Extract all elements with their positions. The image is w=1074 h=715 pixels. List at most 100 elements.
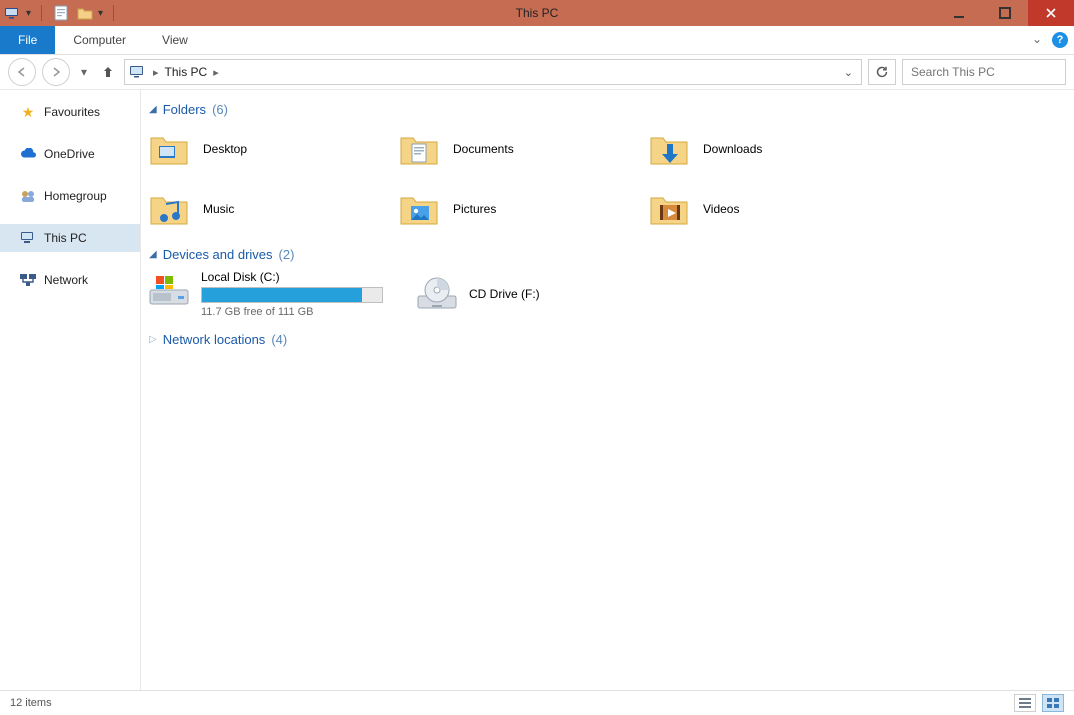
music-folder-icon [147,187,191,231]
group-count: (4) [271,332,287,347]
folder-label: Pictures [453,202,496,216]
address-dropdown-caret[interactable]: ⌄ [844,66,857,79]
group-title: Devices and drives [163,247,273,262]
hdd-icon [147,270,191,310]
drive-usage-bar [201,287,383,303]
qat-customize-caret[interactable]: ▾ [98,8,103,19]
tab-computer[interactable]: Computer [55,26,144,54]
group-header-drives[interactable]: ◢ Devices and drives (2) [149,247,1068,262]
collapse-icon: ◢ [149,249,157,260]
qat-system-menu-caret[interactable]: ▾ [26,8,31,19]
qat-properties-icon[interactable] [52,4,70,22]
file-tab[interactable]: File [0,26,55,54]
sidebar-item-network[interactable]: Network [0,266,140,294]
status-bar: 12 items [0,690,1074,715]
drive-cd-f[interactable]: CD Drive (F:) [415,270,665,318]
window-title: This PC [0,6,1074,20]
drives-row: Local Disk (C:) 11.7 GB free of 111 GB C… [147,270,1068,318]
cloud-icon [20,146,36,162]
downloads-folder-icon [647,127,691,171]
drive-free-text: 11.7 GB free of 111 GB [201,306,397,318]
folder-label: Downloads [703,142,762,156]
content-pane[interactable]: ◢ Folders (6) Desktop Documents Download… [141,90,1074,690]
help-button[interactable]: ? [1052,32,1068,48]
qat-separator [41,5,42,21]
drive-usage-fill [202,288,362,302]
body: ★ Favourites OneDrive Homegroup This PC … [0,90,1074,690]
star-icon: ★ [20,104,36,120]
group-title: Folders [163,102,206,117]
back-button[interactable] [8,58,36,86]
navigation-pane[interactable]: ★ Favourites OneDrive Homegroup This PC … [0,90,141,690]
folder-label: Videos [703,202,739,216]
search-input[interactable] [909,64,1068,80]
folder-music[interactable]: Music [147,185,397,233]
group-header-folders[interactable]: ◢ Folders (6) [149,102,1068,117]
sidebar-item-label: Network [44,273,88,287]
recent-locations-caret[interactable]: ▾ [76,59,92,85]
drive-label: Local Disk (C:) [201,270,397,284]
folder-documents[interactable]: Documents [397,125,647,173]
up-button[interactable] [98,62,118,82]
cd-drive-icon [415,274,459,314]
address-bar[interactable]: ▸ This PC ▸ ⌄ [124,59,862,85]
close-button[interactable] [1028,0,1074,26]
large-icons-view-button[interactable] [1042,694,1064,712]
folder-videos[interactable]: Videos [647,185,897,233]
drive-label: CD Drive (F:) [469,287,665,301]
network-icon [20,272,36,288]
sidebar-item-onedrive[interactable]: OneDrive [0,140,140,168]
sidebar-item-label: OneDrive [44,147,95,161]
sidebar-item-label: This PC [44,231,87,245]
explorer-window: { "titlebar": { "title": "This PC" }, "r… [0,0,1074,715]
collapse-icon: ◢ [149,104,157,115]
folders-grid: Desktop Documents Downloads Music Pictur… [147,125,1068,233]
group-count: (2) [279,247,295,262]
breadcrumb-sep-icon-2[interactable]: ▸ [213,66,219,79]
drive-meta: CD Drive (F:) [469,287,665,301]
folder-label: Music [203,202,234,216]
drive-meta: Local Disk (C:) 11.7 GB free of 111 GB [201,270,397,318]
titlebar: ▾ ▾ This PC [0,0,1074,26]
breadcrumb-sep-icon[interactable]: ▸ [153,66,159,79]
sidebar-item-favourites[interactable]: ★ Favourites [0,98,140,126]
sidebar-item-homegroup[interactable]: Homegroup [0,182,140,210]
quick-access-toolbar: ▾ ▾ [0,4,118,22]
folder-label: Desktop [203,142,247,156]
search-box[interactable] [902,59,1066,85]
ribbon-collapse-caret[interactable]: ⌄ [1032,32,1042,46]
group-title: Network locations [163,332,266,347]
qat-system-icon[interactable] [4,4,22,22]
breadcrumb-this-pc[interactable]: This PC [165,65,208,79]
pictures-folder-icon [397,187,441,231]
window-buttons [936,0,1074,26]
sidebar-item-label: Favourites [44,105,100,119]
desktop-folder-icon [147,127,191,171]
group-header-network[interactable]: ▷ Network locations (4) [149,332,1068,347]
sidebar-item-this-pc[interactable]: This PC [0,224,140,252]
qat-separator-2 [113,5,114,21]
status-items-count: 12 items [10,697,52,709]
qat-newfolder-icon[interactable] [76,4,94,22]
documents-folder-icon [397,127,441,171]
folder-label: Documents [453,142,514,156]
folder-pictures[interactable]: Pictures [397,185,647,233]
expand-icon: ▷ [149,334,157,345]
minimize-button[interactable] [936,0,982,26]
tab-view[interactable]: View [144,26,206,54]
details-view-button[interactable] [1014,694,1036,712]
sidebar-item-label: Homegroup [44,189,107,203]
folder-desktop[interactable]: Desktop [147,125,397,173]
group-count: (6) [212,102,228,117]
refresh-button[interactable] [868,59,896,85]
videos-folder-icon [647,187,691,231]
forward-button[interactable] [42,58,70,86]
maximize-button[interactable] [982,0,1028,26]
navigation-bar: ▾ ▸ This PC ▸ ⌄ [0,55,1074,90]
folder-downloads[interactable]: Downloads [647,125,897,173]
address-pc-icon [129,63,147,81]
homegroup-icon [20,188,36,204]
drive-local-c[interactable]: Local Disk (C:) 11.7 GB free of 111 GB [147,270,397,318]
ribbon-tabs: File Computer View ⌄ ? [0,26,1074,55]
pc-icon [20,230,36,246]
